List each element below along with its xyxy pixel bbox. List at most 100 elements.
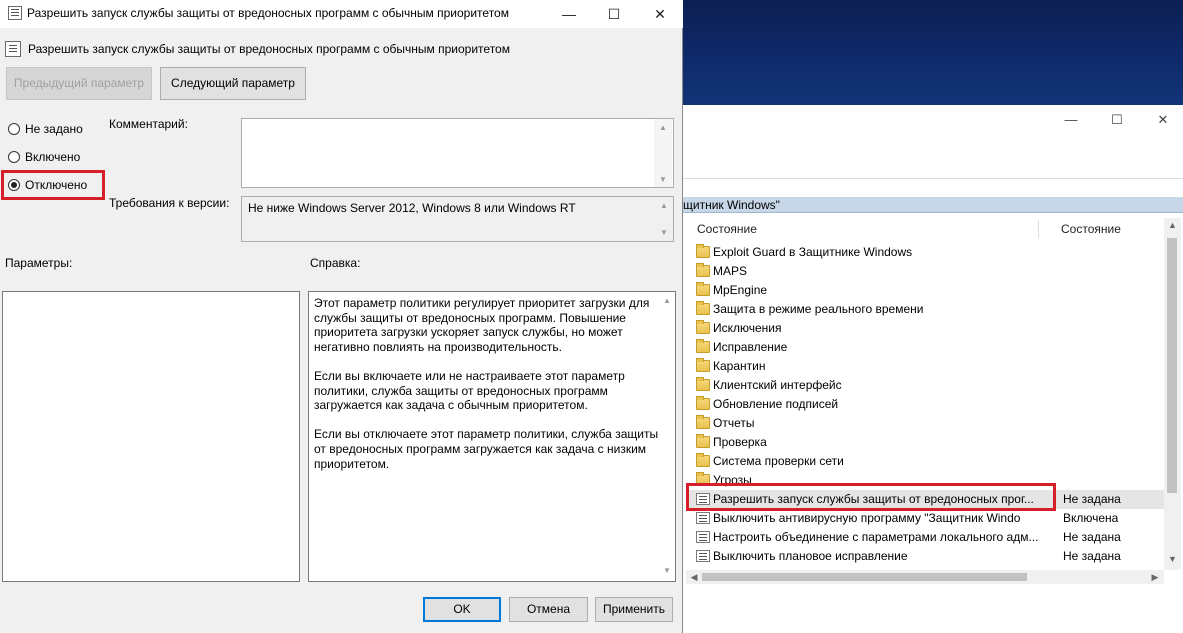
folder-icon [696,415,710,429]
bg-close-button[interactable]: ✕ [1153,111,1173,129]
next-setting-button[interactable]: Следующий параметр [160,67,306,100]
dialog-title: Разрешить запуск службы защиты от вредон… [27,6,509,20]
help-paragraph-3: Если вы отключаете этот параметр политик… [314,427,659,471]
radio-not-configured-circle[interactable] [8,123,20,135]
bg-path-text: щитник Windows" [683,198,780,212]
disabled-option-highlight [1,170,105,200]
comment-label: Комментарий: [109,117,188,131]
folder-list-item[interactable]: MAPS [686,262,1164,281]
bg-window-titlebar: — ☐ ✕ [683,105,1183,135]
policy-list-item[interactable]: Выключить плановое исправление Не задана [686,547,1164,566]
policy-icon [696,550,710,562]
folder-icon [696,263,710,277]
folder-icon [696,396,710,410]
list-item-name: Отчеты [713,416,755,430]
bg-maximize-button[interactable]: ☐ [1107,111,1127,129]
list-item-name: Система проверки сети [713,454,844,468]
scroll-left-arrow-icon[interactable]: ◀ [688,570,700,584]
parameters-label: Параметры: [5,256,73,270]
version-scrollbar[interactable]: ▲ ▼ [655,197,673,241]
list-item-state: Не задана [1063,492,1121,506]
list-item-name: Выключить плановое исправление [713,549,908,563]
scroll-down-arrow-icon[interactable]: ▼ [1164,554,1181,566]
folder-list-item[interactable]: Обновление подписей [686,395,1164,414]
policy-icon [8,6,22,20]
version-requirements-label: Требования к версии: [109,196,230,210]
folder-icon [696,244,710,258]
column-separator[interactable] [1038,220,1039,238]
radio-not-configured-label[interactable]: Не задано [25,120,83,138]
scroll-thumb-horizontal[interactable] [702,573,1027,581]
scroll-thumb[interactable] [1167,238,1177,493]
maximize-button[interactable]: ☐ [600,4,628,24]
list-item-state: Не задана [1063,530,1121,544]
folder-list-item[interactable]: MpEngine [686,281,1164,300]
list-item-state: Не задана [1063,549,1121,563]
folder-list-item[interactable]: Система проверки сети [686,452,1164,471]
folder-list-item[interactable]: Карантин [686,357,1164,376]
comment-scrollbar[interactable]: ▲ ▼ [654,119,672,187]
list-item-name: Защита в режиме реального времени [713,302,924,316]
help-scroll-down-icon[interactable]: ▼ [658,565,676,577]
folder-icon [696,434,710,448]
radio-enabled-label[interactable]: Включено [25,148,80,166]
cancel-button[interactable]: Отмена [509,597,588,622]
help-scrollbar[interactable]: ▲ ▼ [659,292,675,581]
help-label: Справка: [310,256,361,270]
list-item-name: Обновление подписей [713,397,839,411]
version-requirements-box: Не ниже Windows Server 2012, Windows 8 и… [241,196,674,242]
list-item-name: Exploit Guard в Защитнике Windows [713,245,913,259]
bg-path-bar: щитник Windows" [683,197,1183,213]
bg-horizontal-scrollbar[interactable]: ◀ ▶ [686,570,1164,584]
previous-setting-button[interactable]: Предыдущий параметр [6,67,152,100]
policy-header-title: Разрешить запуск службы защиты от вредон… [28,42,510,56]
minimize-button[interactable]: — [555,4,583,24]
policy-icon [696,512,710,524]
apply-button[interactable]: Применить [595,597,673,622]
list-item-name: Выключить антивирусную программу "Защитн… [713,511,1021,525]
bg-vertical-scrollbar[interactable]: ▲ ▼ [1164,218,1181,570]
policy-list-item[interactable]: Настроить объединение с параметрами лока… [686,528,1164,547]
folder-list-item[interactable]: Клиентский интерфейс [686,376,1164,395]
comment-textarea[interactable] [241,118,674,188]
group-policy-editor-window: — ☐ ✕ щитник Windows" Состояние Состояни… [683,105,1183,633]
folder-icon [696,453,710,467]
close-button[interactable]: ✕ [646,4,674,24]
comment-scroll-up-icon[interactable]: ▲ [654,122,672,134]
comment-scroll-down-icon[interactable]: ▼ [654,174,672,186]
dialog-titlebar: Разрешить запуск службы защиты от вредон… [0,0,683,28]
folder-icon [696,282,710,296]
scroll-up-arrow-icon[interactable]: ▲ [1164,220,1181,232]
folder-icon [696,320,710,334]
scroll-right-arrow-icon[interactable]: ▶ [1149,570,1161,584]
help-paragraph-2: Если вы включаете или не настраиваете эт… [314,368,625,413]
folder-icon [696,301,710,315]
folder-icon [696,377,710,391]
list-item-name: Клиентский интерфейс [713,378,842,392]
folder-list-item[interactable]: Исключения [686,319,1164,338]
folder-list-item[interactable]: Exploit Guard в Защитнике Windows [686,243,1164,262]
policy-settings-dialog: Разрешить запуск службы защиты от вредон… [0,0,683,633]
radio-enabled-circle[interactable] [8,151,20,163]
parameters-pane[interactable] [2,291,300,582]
ok-button[interactable]: OK [423,597,501,622]
folder-list-item[interactable]: Проверка [686,433,1164,452]
version-requirements-value: Не ниже Windows Server 2012, Windows 8 и… [248,201,576,215]
help-pane[interactable]: Этот параметр политики регулирует приори… [308,291,676,582]
help-paragraph-1: Этот параметр политики регулирует приори… [314,296,650,354]
selected-policy-highlight [686,483,1056,511]
version-scroll-down-icon[interactable]: ▼ [655,227,673,239]
folder-icon [696,358,710,372]
folder-list-item[interactable]: Защита в режиме реального времени [686,300,1164,319]
list-item-name: Настроить объединение с параметрами лока… [713,530,1039,544]
help-scroll-up-icon[interactable]: ▲ [658,295,676,307]
folder-list-item[interactable]: Исправление [686,338,1164,357]
column-header-state-1[interactable]: Состояние [697,218,757,240]
policy-list-item[interactable]: Выключить антивирусную программу "Защитн… [686,509,1164,528]
folder-list-item[interactable]: Отчеты [686,414,1164,433]
column-header-state-2[interactable]: Состояние [1061,218,1121,240]
bg-divider [683,178,1183,179]
bg-minimize-button[interactable]: — [1061,111,1081,129]
version-scroll-up-icon[interactable]: ▲ [655,200,673,212]
help-text: Этот параметр политики регулирует приори… [314,296,659,486]
